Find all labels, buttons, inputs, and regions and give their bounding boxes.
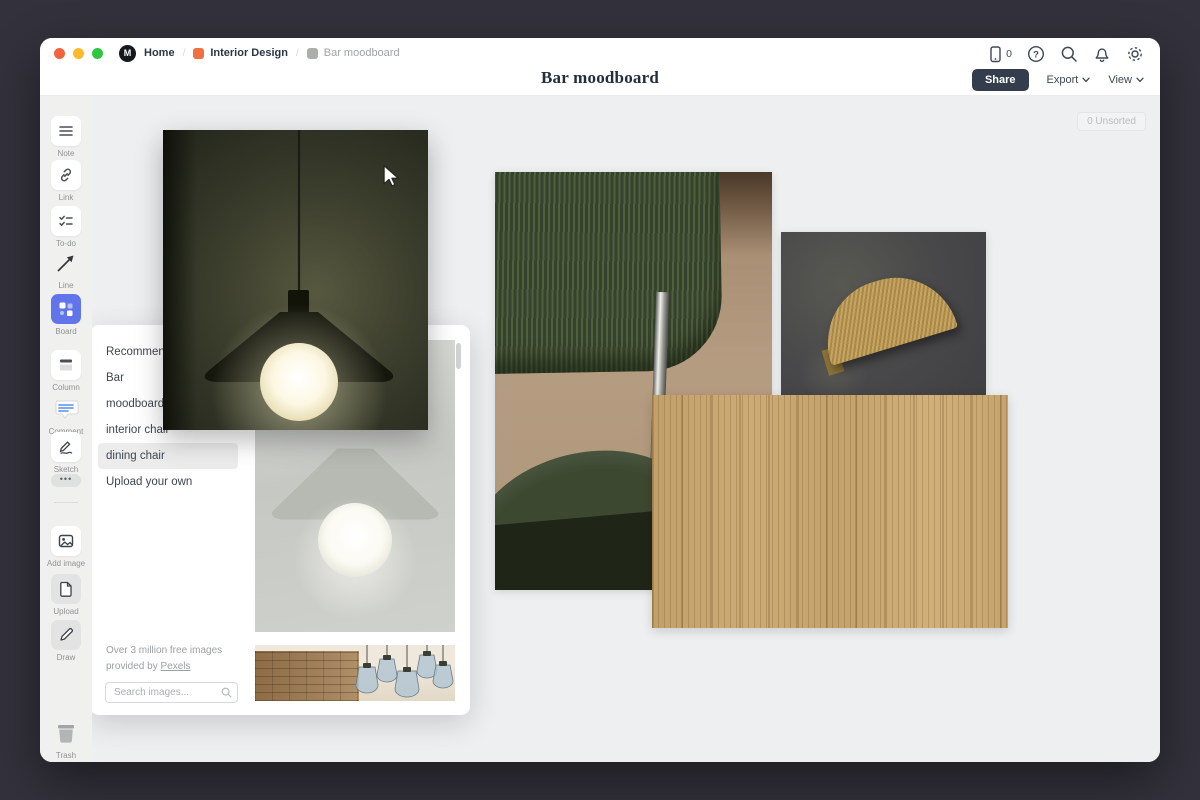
- toolbar-sidebar: Note Link To-do Lin: [40, 96, 92, 762]
- sidebar-tool-trash[interactable]: Trash: [40, 718, 92, 760]
- share-button[interactable]: Share: [972, 69, 1029, 91]
- app-window: M Home / Interior Design / Bar moodboard: [40, 38, 1160, 762]
- mobile-device-button[interactable]: 0: [987, 45, 1012, 63]
- close-window-button[interactable]: [54, 48, 65, 59]
- chevron-down-icon: [1136, 77, 1144, 83]
- search-icon: [1060, 45, 1078, 63]
- sidebar-tool-add-image[interactable]: Add image: [40, 526, 92, 568]
- note-icon: [56, 121, 76, 141]
- help-button[interactable]: ?: [1027, 45, 1045, 63]
- pexels-link[interactable]: Pexels: [160, 661, 190, 672]
- pendant-lamp-drawing: [163, 130, 428, 430]
- header: M Home / Interior Design / Bar moodboard: [40, 38, 1160, 96]
- board-icon-gray: [307, 48, 318, 59]
- breadcrumb: M Home / Interior Design / Bar moodboard: [54, 38, 400, 68]
- search-button[interactable]: [1060, 45, 1078, 63]
- sidebar-tool-todo[interactable]: To-do: [40, 206, 92, 248]
- bell-icon: [1093, 45, 1111, 63]
- notifications-button[interactable]: [1093, 45, 1111, 63]
- bar-interior-pendants-thumb[interactable]: [255, 645, 455, 701]
- sidebar-divider: [54, 502, 78, 503]
- dark-pendant-lamp-photo[interactable]: [163, 130, 428, 430]
- header-icon-cluster: 0 ?: [987, 38, 1144, 70]
- add-image-icon: [56, 531, 76, 551]
- sketch-icon: [56, 437, 76, 457]
- sidebar-tool-column[interactable]: Column: [40, 350, 92, 392]
- milanote-logo[interactable]: M: [119, 45, 136, 62]
- help-icon: ?: [1027, 45, 1045, 63]
- comment-icon: [53, 397, 79, 421]
- breadcrumb-interior-design[interactable]: Interior Design: [193, 47, 288, 59]
- search-icon: [221, 687, 232, 698]
- view-menu-button[interactable]: View: [1108, 74, 1144, 86]
- category-dining-chair[interactable]: dining chair: [98, 443, 238, 469]
- handle-half-disc: [812, 262, 958, 366]
- breadcrumb-bar-moodboard[interactable]: Bar moodboard: [307, 47, 400, 59]
- column-icon: [56, 355, 76, 375]
- settings-button[interactable]: [1126, 45, 1144, 63]
- glass-pendants-drawing: [255, 645, 455, 701]
- svg-text:?: ?: [1033, 49, 1039, 60]
- sidebar-tool-board[interactable]: Board: [40, 294, 92, 336]
- oak-wood-texture-photo[interactable]: [652, 395, 1008, 628]
- picker-scrollbar[interactable]: [456, 343, 461, 369]
- chair-corduroy-back: [495, 172, 723, 374]
- upload-icon: [56, 579, 76, 599]
- search-images-input[interactable]: [105, 682, 238, 703]
- board-icon-orange: [193, 48, 204, 59]
- sidebar-tool-sketch[interactable]: Sketch: [40, 432, 92, 474]
- sidebar-tool-link[interactable]: Link: [40, 160, 92, 202]
- trash-icon: [53, 720, 79, 746]
- chevron-down-icon: [1082, 77, 1090, 83]
- header-actions: Share Export View: [972, 69, 1144, 91]
- draw-icon: [56, 625, 76, 645]
- breadcrumb-home[interactable]: Home: [144, 47, 175, 59]
- link-icon: [56, 165, 76, 185]
- zoom-window-button[interactable]: [92, 48, 103, 59]
- minimize-window-button[interactable]: [73, 48, 84, 59]
- picker-footer: Over 3 million free images provided by P…: [106, 643, 256, 674]
- phone-icon: [987, 45, 1003, 63]
- arrow-line-icon: [54, 251, 78, 275]
- image-search: [105, 682, 238, 703]
- breadcrumb-separator: /: [183, 48, 186, 59]
- sidebar-tool-line[interactable]: Line: [40, 248, 92, 290]
- category-upload-your-own[interactable]: Upload your own: [98, 469, 238, 495]
- sidebar-tool-upload[interactable]: Upload: [40, 574, 92, 616]
- gear-icon: [1126, 45, 1144, 63]
- unsorted-badge[interactable]: 0 Unsorted: [1077, 112, 1146, 131]
- traffic-lights: [54, 48, 103, 59]
- board-icon: [56, 299, 76, 319]
- breadcrumb-separator: /: [296, 48, 299, 59]
- sidebar-tool-comment[interactable]: Comment: [40, 394, 92, 436]
- wall-shadow-band: [163, 130, 197, 430]
- more-dots-icon: •••: [51, 474, 81, 487]
- export-menu-button[interactable]: Export: [1047, 74, 1091, 86]
- todo-icon: [56, 211, 76, 231]
- sidebar-tool-draw[interactable]: Draw: [40, 620, 92, 662]
- device-count: 0: [1006, 48, 1012, 60]
- sidebar-tool-note[interactable]: Note: [40, 116, 92, 158]
- sidebar-tool-more[interactable]: •••: [40, 474, 92, 487]
